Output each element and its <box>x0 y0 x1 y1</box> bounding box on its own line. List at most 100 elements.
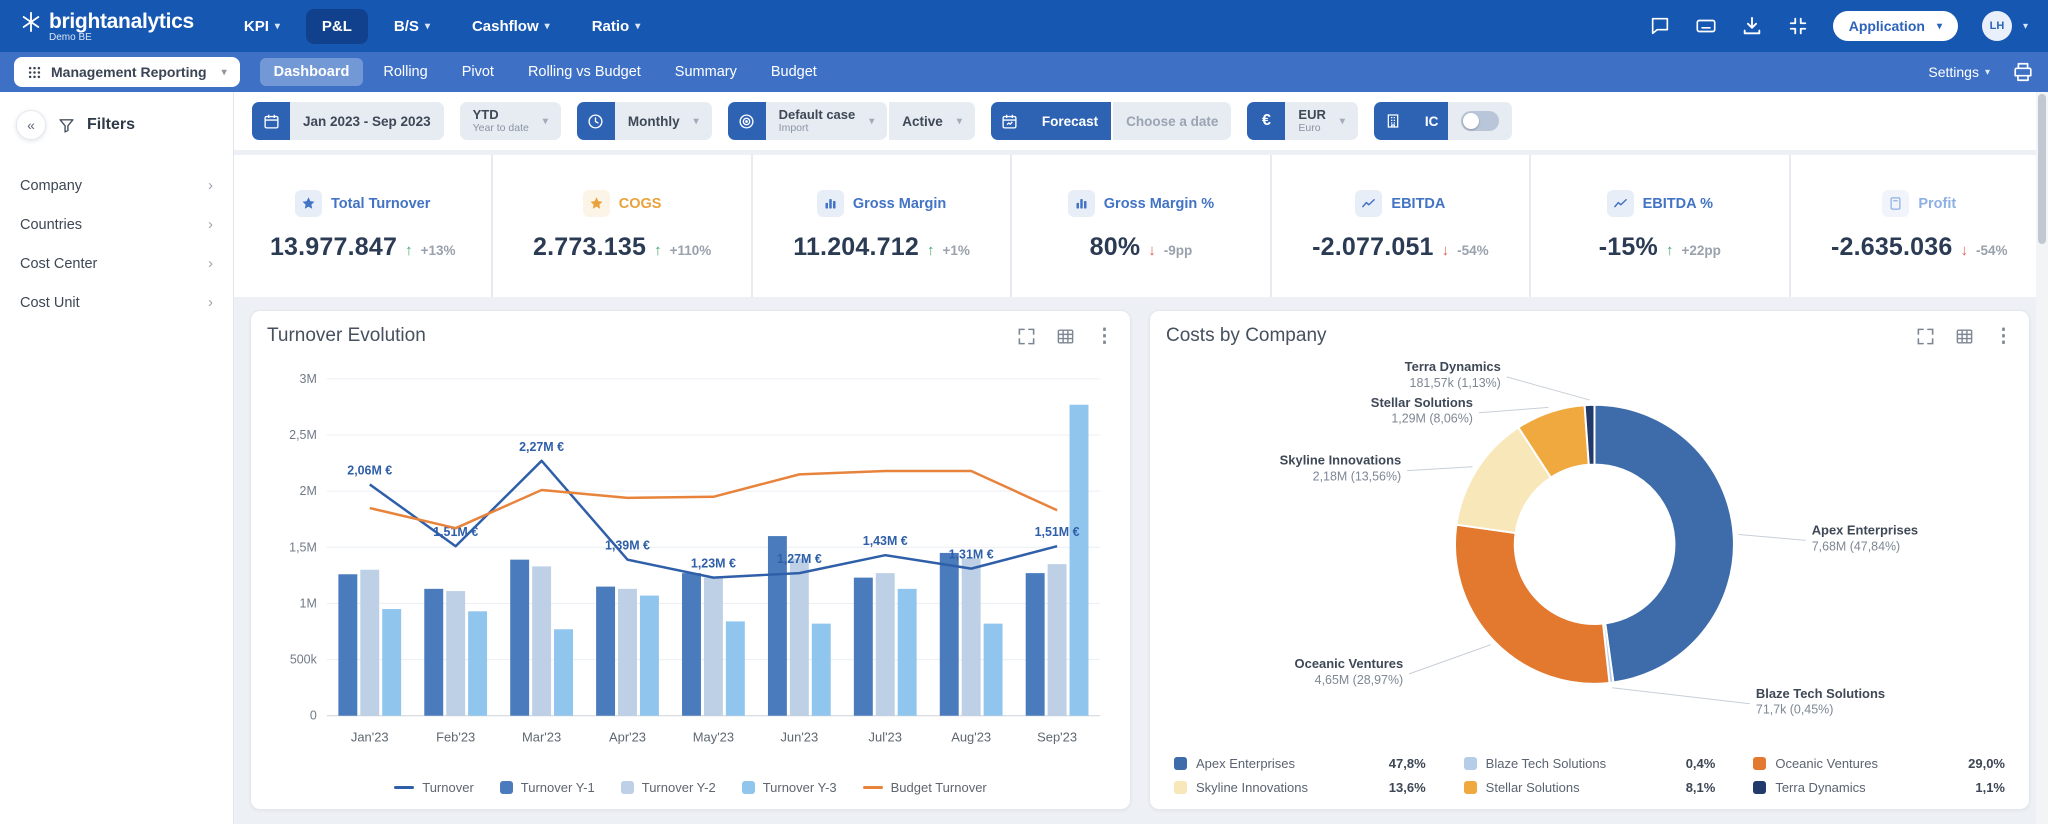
bar-turnover-y-2[interactable] <box>961 558 981 716</box>
expand-icon[interactable] <box>1916 327 1935 346</box>
legend-item-turnover-y-1[interactable]: Turnover Y-1 <box>499 780 595 795</box>
bar-turnover-y-3[interactable] <box>897 588 917 716</box>
kpi-card-total-turnover[interactable]: Total Turnover 13.977.847 ↑ +13% <box>234 155 492 297</box>
bar-turnover-y-1[interactable] <box>939 552 959 716</box>
donut-slice-apex-enterprises[interactable] <box>1593 403 1735 684</box>
period-filter[interactable]: Monthly ▾ <box>576 102 712 140</box>
print-icon[interactable] <box>2012 61 2034 83</box>
kpi-card-profit[interactable]: Profit -2.635.036 ↓ -54% <box>1790 155 2048 297</box>
scrollbar-thumb[interactable] <box>2038 94 2046 244</box>
sidebar-item-cost-center[interactable]: Cost Center › <box>16 244 217 283</box>
tab-budget[interactable]: Budget <box>757 58 831 86</box>
target-icon <box>727 102 766 140</box>
kpi-card-gross-margin[interactable]: Gross Margin 11.204.712 ↑ +1% <box>752 155 1011 297</box>
more-options-icon[interactable]: ⋮ <box>1095 327 1114 346</box>
bar-turnover-y-1[interactable] <box>596 586 616 716</box>
bar-turnover-y-2[interactable] <box>789 558 809 716</box>
more-options-icon[interactable]: ⋮ <box>1994 327 2013 346</box>
bar-turnover-y-2[interactable] <box>1047 564 1067 716</box>
bar-turnover-y-3[interactable] <box>811 623 831 716</box>
ytd-filter[interactable]: YTD Year to date ▾ <box>459 102 561 140</box>
date-range-filter[interactable]: Jan 2023 - Sep 2023 <box>252 102 444 140</box>
application-button[interactable]: Application ▾ <box>1832 11 1958 41</box>
kpi-strip: Total Turnover 13.977.847 ↑ +13% COGS 2.77… <box>234 155 2048 297</box>
settings-button[interactable]: Settings ▾ <box>1928 64 1990 80</box>
legend-item-skyline-innovations[interactable]: Skyline Innovations 13,6% <box>1174 780 1426 795</box>
ic-toggle[interactable] <box>1461 111 1500 131</box>
bar-turnover-y-3[interactable] <box>1069 404 1089 716</box>
bar-turnover-y-3[interactable] <box>382 609 402 716</box>
legend-item-budget-turnover[interactable]: Budget Turnover <box>862 780 987 795</box>
sidebar-item-company[interactable]: Company › <box>16 166 217 205</box>
tab-rolling-vs-budget[interactable]: Rolling vs Budget <box>514 58 655 86</box>
kpi-card-cogs[interactable]: COGS 2.773.135 ↑ +110% <box>493 155 751 297</box>
sidebar-item-cost-unit[interactable]: Cost Unit › <box>16 283 217 322</box>
nav-item-cashflow[interactable]: Cashflow ▾ <box>456 9 566 44</box>
bar-turnover-y-1[interactable] <box>853 577 873 716</box>
delta-arrow-icon: ↓ <box>1441 242 1450 259</box>
kpi-card-ebitda-pct[interactable]: EBITDA % -15% ↑ +22pp <box>1531 155 1789 297</box>
kpi-card-ebitda[interactable]: EBITDA -2.077.051 ↓ -54% <box>1271 155 1530 297</box>
forecast-button[interactable]: Forecast <box>1028 102 1112 140</box>
sidebar-item-countries[interactable]: Countries › <box>16 205 217 244</box>
nav-item-ratio[interactable]: Ratio ▾ <box>576 9 657 44</box>
bar-turnover-y-3[interactable] <box>983 623 1003 716</box>
currency-filter[interactable]: € EUR Euro ▾ <box>1247 102 1358 140</box>
legend-item-turnover-y-2[interactable]: Turnover Y-2 <box>620 780 716 795</box>
legend-item-apex-enterprises[interactable]: Apex Enterprises 47,8% <box>1174 756 1426 771</box>
bar-turnover-y-2[interactable] <box>618 588 637 716</box>
donut-slice-oceanic-ventures[interactable] <box>1453 523 1611 685</box>
user-menu[interactable]: LH ▾ <box>1981 11 2028 41</box>
compress-icon[interactable] <box>1787 15 1809 37</box>
bar-turnover-y-3[interactable] <box>639 595 659 716</box>
legend-item-stellar-solutions[interactable]: Stellar Solutions 8,1% <box>1463 780 1715 795</box>
tab-summary[interactable]: Summary <box>661 58 751 86</box>
legend-item-blaze-tech-solutions[interactable]: Blaze Tech Solutions 0,4% <box>1463 756 1715 771</box>
environment-label: Demo BE <box>49 31 92 43</box>
download-icon[interactable] <box>1741 15 1763 37</box>
report-selector[interactable]: Management Reporting ▾ <box>14 57 240 87</box>
svg-text:2M: 2M <box>300 484 317 498</box>
legend-label: Budget Turnover <box>890 780 987 795</box>
bar-turnover-y-1[interactable] <box>424 588 444 716</box>
bar-turnover-y-3[interactable] <box>725 621 745 716</box>
bar-turnover-y-1[interactable] <box>338 574 358 716</box>
svg-text:Apr'23: Apr'23 <box>609 730 646 745</box>
bar-turnover-y-3[interactable] <box>554 629 573 716</box>
sidebar-collapse-button[interactable]: « <box>16 110 46 140</box>
tab-pivot[interactable]: Pivot <box>448 58 508 86</box>
nav-item-kpi[interactable]: KPI ▾ <box>228 9 296 44</box>
legend-item-oceanic-ventures[interactable]: Oceanic Ventures 29,0% <box>1753 756 2005 771</box>
keyboard-icon[interactable] <box>1695 15 1717 37</box>
bar-turnover-y-1[interactable] <box>1025 573 1045 716</box>
chat-icon[interactable] <box>1649 15 1671 37</box>
legend-item-turnover-y-3[interactable]: Turnover Y-3 <box>741 780 837 795</box>
bar-turnover-y-2[interactable] <box>446 591 466 716</box>
bar-turnover-y-1[interactable] <box>682 573 701 716</box>
nav-item-pl[interactable]: P&L <box>305 8 368 44</box>
case-status-filter[interactable]: Active ▾ <box>889 102 975 140</box>
brand-logo[interactable]: brightanalytics Demo BE <box>20 10 194 43</box>
table-view-icon[interactable] <box>1955 327 1974 346</box>
bar-turnover-y-2[interactable] <box>703 577 723 716</box>
choose-date-button[interactable]: Choose a date <box>1113 102 1232 140</box>
table-view-icon[interactable] <box>1056 327 1075 346</box>
bar-turnover-y-2[interactable] <box>875 573 895 716</box>
bar-turnover-y-2[interactable] <box>360 569 380 716</box>
legend-label: Blaze Tech Solutions <box>1485 756 1607 771</box>
tab-rolling[interactable]: Rolling <box>369 58 441 86</box>
bar-turnover-y-1[interactable] <box>510 559 530 716</box>
expand-icon[interactable] <box>1017 327 1036 346</box>
legend-item-terra-dynamics[interactable]: Terra Dynamics 1,1% <box>1753 780 2005 795</box>
line-budget-turnover[interactable] <box>369 469 1058 530</box>
nav-item-bs[interactable]: B/S ▾ <box>378 9 446 44</box>
kpi-value: -2.077.051 <box>1312 233 1434 261</box>
bar-turnover-y-3[interactable] <box>468 611 488 716</box>
legend-item-turnover[interactable]: Turnover <box>394 780 474 795</box>
bar-turnover-y-2[interactable] <box>532 566 552 716</box>
kpi-card-gross-margin-pct[interactable]: Gross Margin % 80% ↓ -9pp <box>1012 155 1270 297</box>
forecast-filter[interactable]: Forecast Choose a date <box>990 102 1232 140</box>
vertical-scrollbar[interactable] <box>2036 92 2048 824</box>
case-filter[interactable]: Default case Import ▾ Active ▾ <box>727 102 975 140</box>
tab-dashboard[interactable]: Dashboard <box>259 58 364 86</box>
